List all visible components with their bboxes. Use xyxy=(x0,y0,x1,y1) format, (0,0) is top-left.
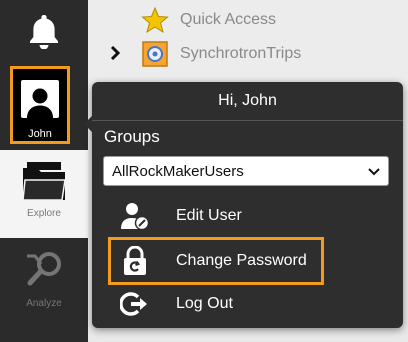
edit-user-button[interactable]: Edit User xyxy=(92,196,403,236)
groups-select[interactable]: AllRockMakerUsers xyxy=(103,156,389,186)
user-icon xyxy=(27,88,53,118)
left-nav: John Explore Analyze xyxy=(0,0,88,342)
log-out-label: Log Out xyxy=(176,295,233,312)
user-popup: Hi, John Groups AllRockMakerUsers Edit U… xyxy=(84,82,403,328)
tree-item-synchrotron-trips[interactable]: SynchrotronTrips xyxy=(140,39,301,69)
folder-icon xyxy=(22,162,66,201)
edit-user-label: Edit User xyxy=(176,207,242,224)
nav-analyze[interactable]: Analyze xyxy=(0,244,88,334)
synchrotron-icon xyxy=(140,39,170,69)
avatar xyxy=(21,80,59,118)
user-button[interactable]: John xyxy=(10,66,70,144)
analyze-icon xyxy=(27,252,61,286)
edit-user-icon xyxy=(120,201,150,231)
notifications-button[interactable] xyxy=(0,0,88,62)
bell-icon xyxy=(30,15,58,49)
change-password-highlight xyxy=(108,237,324,285)
nav-analyze-label: Analyze xyxy=(26,298,62,309)
nav-explore[interactable]: Explore xyxy=(0,150,88,238)
tree-item-label: SynchrotronTrips xyxy=(180,45,302,62)
chevron-right-icon[interactable] xyxy=(108,46,122,60)
nav-explore-label: Explore xyxy=(27,208,61,219)
tree-item-label: Quick Access xyxy=(180,11,277,28)
logout-icon xyxy=(120,289,150,319)
popup-greeting: Hi, John xyxy=(92,82,403,121)
tree-item-quick-access[interactable]: Quick Access xyxy=(140,5,276,35)
star-icon xyxy=(140,5,170,35)
log-out-button[interactable]: Log Out xyxy=(92,284,403,324)
chevron-down-icon xyxy=(368,168,380,176)
tree-panel: Quick Access SynchrotronTrips xyxy=(88,0,408,90)
popup-pointer xyxy=(84,116,92,132)
groups-select-value: AllRockMakerUsers xyxy=(112,162,244,180)
groups-label: Groups xyxy=(104,127,160,146)
user-label: John xyxy=(28,128,52,140)
